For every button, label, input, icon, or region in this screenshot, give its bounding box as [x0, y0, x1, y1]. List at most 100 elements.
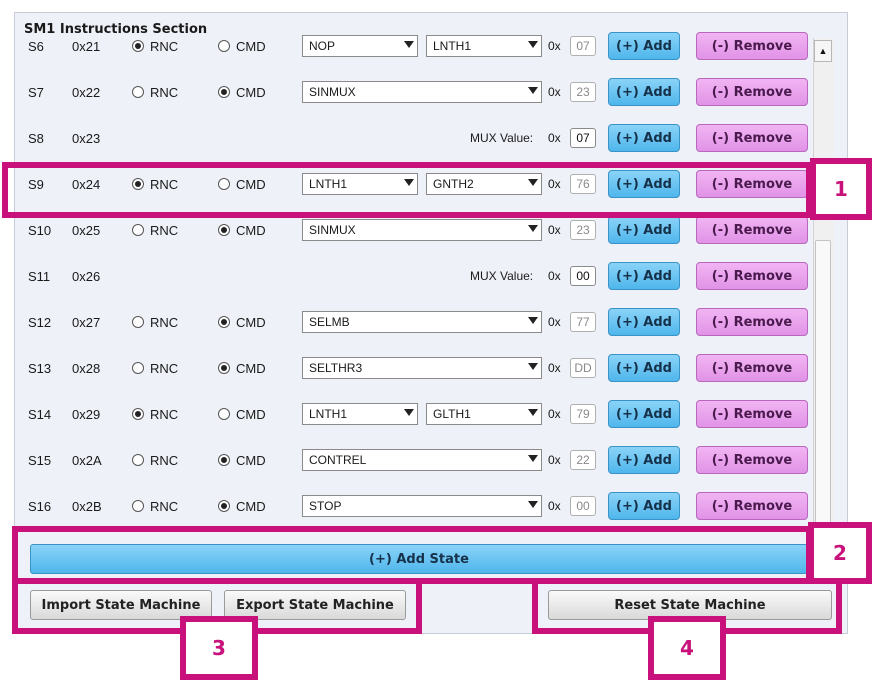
- scroll-up-arrow-icon[interactable]: ▲: [814, 40, 832, 62]
- rnc-label: RNC: [150, 84, 179, 100]
- radio-circle-icon[interactable]: [132, 86, 144, 98]
- chevron-down-icon[interactable]: [528, 317, 538, 324]
- radio-circle-icon[interactable]: [218, 454, 230, 466]
- cmd-radio[interactable]: CMD: [218, 394, 266, 434]
- rnc-label: RNC: [150, 38, 179, 54]
- add-button[interactable]: (+) Add: [608, 492, 680, 520]
- cmd-label: CMD: [236, 360, 266, 376]
- rnc-radio[interactable]: RNC: [132, 302, 178, 342]
- instruction-row: S11 0x26 MUX Value: 0x 00 (+) Add (-) Remove: [14, 256, 814, 296]
- chevron-down-icon[interactable]: [528, 41, 538, 48]
- rnc-radio[interactable]: RNC: [132, 348, 178, 388]
- radio-circle-icon[interactable]: [218, 86, 230, 98]
- chevron-down-icon[interactable]: [404, 409, 414, 416]
- hex-value-field[interactable]: 07: [570, 128, 596, 148]
- hex-prefix: 0x: [548, 269, 561, 283]
- cmd-radio[interactable]: CMD: [218, 72, 266, 112]
- radio-circle-icon[interactable]: [132, 454, 144, 466]
- hex-value-field: 79: [570, 404, 596, 424]
- rnc-radio[interactable]: RNC: [132, 440, 178, 480]
- scroll-thumb[interactable]: [815, 240, 831, 526]
- remove-button[interactable]: (-) Remove: [696, 32, 808, 60]
- radio-circle-icon[interactable]: [218, 500, 230, 512]
- cmd-radio[interactable]: CMD: [218, 486, 266, 526]
- radio-circle-icon[interactable]: [218, 224, 230, 236]
- instruction-dropdown[interactable]: SELMB: [302, 311, 542, 333]
- radio-circle-icon[interactable]: [132, 40, 144, 52]
- add-button[interactable]: (+) Add: [608, 308, 680, 336]
- state-id: S15: [28, 452, 52, 468]
- radio-circle-icon[interactable]: [218, 408, 230, 420]
- chevron-down-icon[interactable]: [404, 41, 414, 48]
- instruction-dropdown[interactable]: SINMUX: [302, 81, 542, 103]
- remove-button[interactable]: (-) Remove: [696, 124, 808, 152]
- hex-value-field: 00: [570, 496, 596, 516]
- add-button[interactable]: (+) Add: [608, 78, 680, 106]
- chevron-down-icon[interactable]: [528, 409, 538, 416]
- remove-button[interactable]: (-) Remove: [696, 78, 808, 106]
- rnc-radio[interactable]: RNC: [132, 486, 178, 526]
- hex-value-field: 23: [570, 220, 596, 240]
- instruction-dropdown[interactable]: STOP: [302, 495, 542, 517]
- cmd-radio[interactable]: CMD: [218, 440, 266, 480]
- cmd-label: CMD: [236, 84, 266, 100]
- state-id: S8: [28, 130, 44, 146]
- instruction-row: S8 0x23 MUX Value: 0x 07 (+) Add (-) Remove: [14, 118, 814, 158]
- state-id: S13: [28, 360, 52, 376]
- radio-circle-icon[interactable]: [218, 316, 230, 328]
- instruction-dropdown[interactable]: NOP: [302, 35, 418, 57]
- instruction-row: S13 0x28 RNC CMD SELTHR3 0x DD (+) Add (-) Remov…: [14, 348, 814, 388]
- remove-button[interactable]: (-) Remove: [696, 400, 808, 428]
- radio-circle-icon[interactable]: [132, 362, 144, 374]
- rnc-radio[interactable]: RNC: [132, 72, 178, 112]
- hex-value-field: 77: [570, 312, 596, 332]
- hex-value-field[interactable]: 00: [570, 266, 596, 286]
- dropdown-value: CONTREL: [309, 453, 367, 467]
- add-button[interactable]: (+) Add: [608, 262, 680, 290]
- cmd-radio[interactable]: CMD: [218, 348, 266, 388]
- instruction-dropdown[interactable]: SINMUX: [302, 219, 542, 241]
- threshold-dropdown[interactable]: LNTH1: [426, 35, 542, 57]
- cmd-radio[interactable]: CMD: [218, 302, 266, 342]
- add-button[interactable]: (+) Add: [608, 32, 680, 60]
- dropdown-value: GLTH1: [433, 407, 471, 421]
- remove-button[interactable]: (-) Remove: [696, 262, 808, 290]
- cmd-label: CMD: [236, 314, 266, 330]
- chevron-down-icon[interactable]: [528, 501, 538, 508]
- add-button[interactable]: (+) Add: [608, 124, 680, 152]
- instruction-dropdown[interactable]: SELTHR3: [302, 357, 542, 379]
- mux-value-label: MUX Value:: [470, 269, 534, 283]
- instruction-dropdown[interactable]: LNTH1: [302, 403, 418, 425]
- hex-value-field: DD: [570, 358, 596, 378]
- rnc-label: RNC: [150, 498, 179, 514]
- chevron-down-icon[interactable]: [528, 455, 538, 462]
- rnc-label: RNC: [150, 222, 179, 238]
- add-button[interactable]: (+) Add: [608, 446, 680, 474]
- chevron-down-icon[interactable]: [528, 225, 538, 232]
- radio-circle-icon[interactable]: [218, 40, 230, 52]
- radio-circle-icon[interactable]: [132, 500, 144, 512]
- radio-circle-icon[interactable]: [132, 316, 144, 328]
- instruction-dropdown[interactable]: CONTREL: [302, 449, 542, 471]
- remove-button[interactable]: (-) Remove: [696, 354, 808, 382]
- state-address: 0x29: [72, 406, 101, 422]
- radio-circle-icon[interactable]: [218, 362, 230, 374]
- cmd-radio[interactable]: CMD: [218, 26, 266, 66]
- callout-2: 2: [808, 522, 872, 584]
- add-button[interactable]: (+) Add: [608, 400, 680, 428]
- add-button[interactable]: (+) Add: [608, 216, 680, 244]
- radio-circle-icon[interactable]: [132, 408, 144, 420]
- remove-button[interactable]: (-) Remove: [696, 308, 808, 336]
- add-button[interactable]: (+) Add: [608, 354, 680, 382]
- callout-4: 4: [648, 616, 726, 680]
- chevron-down-icon[interactable]: [528, 87, 538, 94]
- remove-button[interactable]: (-) Remove: [696, 492, 808, 520]
- threshold-dropdown[interactable]: GLTH1: [426, 403, 542, 425]
- remove-button[interactable]: (-) Remove: [696, 216, 808, 244]
- chevron-down-icon[interactable]: [528, 363, 538, 370]
- remove-button[interactable]: (-) Remove: [696, 446, 808, 474]
- radio-circle-icon[interactable]: [132, 224, 144, 236]
- rnc-radio[interactable]: RNC: [132, 26, 178, 66]
- state-id: S14: [28, 406, 52, 422]
- rnc-radio[interactable]: RNC: [132, 394, 178, 434]
